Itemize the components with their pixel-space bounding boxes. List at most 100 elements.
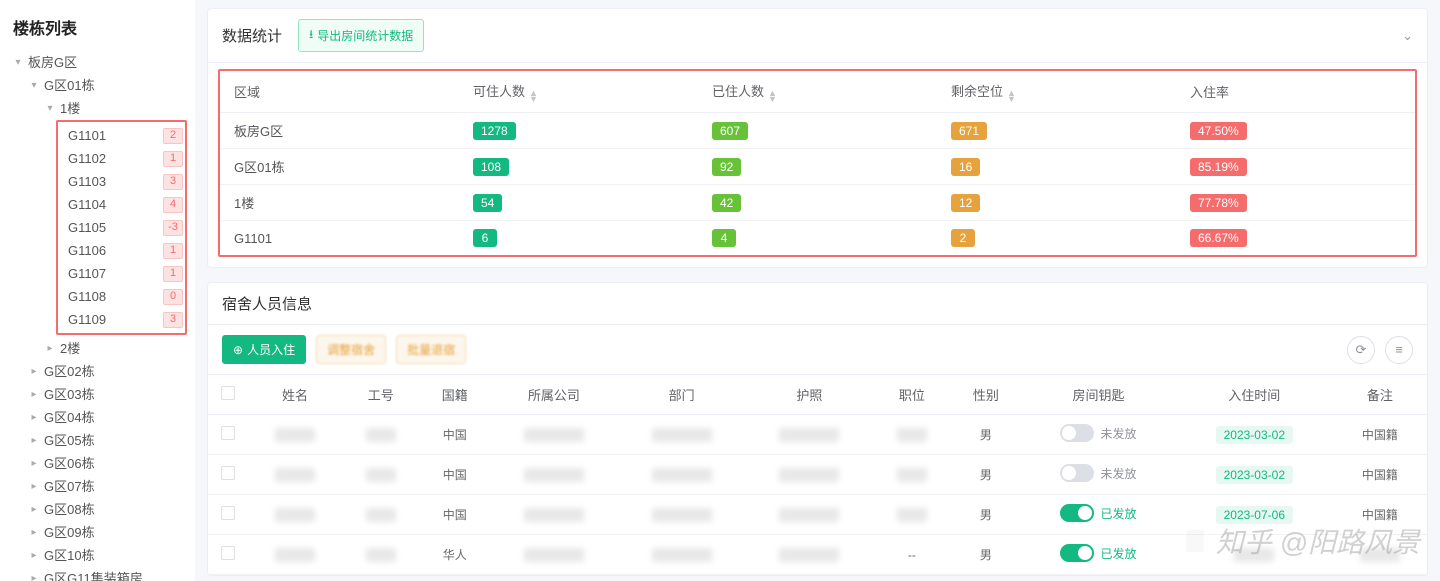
tree-room[interactable]: G11080: [60, 285, 183, 308]
col-emp[interactable]: 工号: [342, 375, 419, 415]
col-capacity[interactable]: 可住人数▲▼: [459, 71, 698, 113]
col-note[interactable]: 备注: [1333, 375, 1427, 415]
caret-right-icon: ▸: [28, 501, 40, 518]
tree-room[interactable]: G11021: [60, 147, 183, 170]
cell-note: x: [1333, 535, 1427, 575]
tree-room[interactable]: G11093: [60, 308, 183, 331]
room-label: G1101: [68, 127, 163, 144]
key-switch[interactable]: [1060, 424, 1094, 442]
row-checkbox[interactable]: [221, 466, 235, 480]
room-label: G1106: [68, 242, 163, 259]
cell-area: G1101: [220, 221, 459, 256]
tree-building[interactable]: ▸G区10栋: [8, 544, 187, 567]
caret-right-icon: ▸: [28, 455, 40, 472]
tree-room[interactable]: G11061: [60, 239, 183, 262]
row-checkbox[interactable]: [221, 546, 235, 560]
people-panel: 宿舍人员信息 ⊕人员入住 调整宿舍 批量退宿 ⟳ ≡ 姓名 工号 国籍 所属公司…: [207, 282, 1428, 576]
col-occupied[interactable]: 已住人数▲▼: [698, 71, 937, 113]
redacted: pass: [779, 468, 839, 482]
tree-root[interactable]: ▾板房G区: [8, 51, 187, 74]
batch-checkout-button[interactable]: 批量退宿: [396, 335, 466, 364]
tree-building[interactable]: ▸G区03栋: [8, 383, 187, 406]
stats-row[interactable]: 板房G区127860767147.50%: [220, 113, 1415, 149]
sort-icon: ▲▼: [1007, 90, 1016, 102]
stats-row[interactable]: G110164266.67%: [220, 221, 1415, 256]
row-checkbox[interactable]: [221, 426, 235, 440]
people-panel-head: 宿舍人员信息: [208, 283, 1427, 325]
collapse-icon[interactable]: ⌄: [1402, 28, 1413, 44]
people-table: 姓名 工号 国籍 所属公司 部门 护照 职位 性别 房间钥匙 入住时间 备注 n…: [208, 375, 1427, 575]
col-dept[interactable]: 部门: [618, 375, 746, 415]
row-checkbox[interactable]: [221, 506, 235, 520]
col-passport[interactable]: 护照: [746, 375, 874, 415]
redacted: name: [275, 428, 315, 442]
room-label: G1102: [68, 150, 163, 167]
tree-building[interactable]: ▸G区06栋: [8, 452, 187, 475]
col-nation[interactable]: 国籍: [419, 375, 490, 415]
tree-room[interactable]: G11012: [60, 124, 183, 147]
rooms-highlight-box: G11012G11021G11033G11044G1105-3G11061G11…: [56, 120, 187, 335]
tree-building[interactable]: ▸G区08栋: [8, 498, 187, 521]
rate-pill: 66.67%: [1190, 229, 1247, 247]
redacted: p: [897, 468, 927, 482]
tree-room[interactable]: G11071: [60, 262, 183, 285]
tree-room[interactable]: G11044: [60, 193, 183, 216]
cell-note: 中国籍: [1333, 495, 1427, 535]
col-rate[interactable]: 入住率: [1176, 71, 1415, 113]
key-status-label: 已发放: [1100, 545, 1136, 562]
room-label: G1105: [68, 219, 163, 236]
redacted: name: [275, 508, 315, 522]
sort-icon: ▲▼: [529, 90, 538, 102]
col-area[interactable]: 区域: [220, 71, 459, 113]
col-checkbox[interactable]: [208, 375, 248, 415]
redacted: comp: [524, 428, 584, 442]
checkin-button[interactable]: ⊕人员入住: [222, 335, 306, 364]
stats-table: 区域 可住人数▲▼ 已住人数▲▼ 剩余空位▲▼ 入住率 板房G区12786076…: [220, 71, 1415, 255]
tree-room[interactable]: G1105-3: [60, 216, 183, 239]
stats-row[interactable]: G区01栋108921685.19%: [220, 149, 1415, 185]
people-row[interactable]: nameid中国compdeptpassp男未发放2023-03-02中国籍: [208, 415, 1427, 455]
col-time[interactable]: 入住时间: [1176, 375, 1333, 415]
room-label: G1109: [68, 311, 163, 328]
key-switch[interactable]: [1060, 504, 1094, 522]
checkbox-all[interactable]: [221, 386, 235, 400]
key-switch[interactable]: [1060, 464, 1094, 482]
tree-floor-2[interactable]: ▸2楼: [8, 337, 187, 360]
key-status-label: 未发放: [1100, 465, 1136, 482]
tree-room[interactable]: G11033: [60, 170, 183, 193]
tree-building[interactable]: ▸G区G11集装箱房: [8, 567, 187, 581]
redacted: x: [1360, 548, 1400, 562]
occupied-pill: 92: [712, 158, 741, 176]
cell-note: 中国籍: [1333, 455, 1427, 495]
tree-floor-1[interactable]: ▾1楼: [8, 97, 187, 120]
stats-row[interactable]: 1楼54421277.78%: [220, 185, 1415, 221]
cell-area: 1楼: [220, 185, 459, 221]
redacted: dept: [652, 548, 712, 562]
people-row[interactable]: nameid华人compdeptpass--男已发放xxxxx: [208, 535, 1427, 575]
tree-building[interactable]: ▸G区04栋: [8, 406, 187, 429]
main-content: 数据统计 ⭳ 导出房间统计数据 ⌄ 区域 可住人数▲▼ 已住人数▲▼ 剩余空位▲…: [195, 0, 1440, 581]
people-row[interactable]: nameid中国compdeptpassp男未发放2023-03-02中国籍: [208, 455, 1427, 495]
col-remain[interactable]: 剩余空位▲▼: [937, 71, 1176, 113]
col-key[interactable]: 房间钥匙: [1021, 375, 1176, 415]
export-stats-button[interactable]: ⭳ 导出房间统计数据: [298, 19, 424, 52]
col-name[interactable]: 姓名: [248, 375, 342, 415]
col-pos[interactable]: 职位: [873, 375, 950, 415]
redacted: id: [366, 428, 396, 442]
cell-pos: --: [873, 535, 950, 575]
col-company[interactable]: 所属公司: [490, 375, 618, 415]
key-status-label: 已发放: [1100, 505, 1136, 522]
cell-area: 板房G区: [220, 113, 459, 149]
redacted: name: [275, 548, 315, 562]
tree-building[interactable]: ▸G区07栋: [8, 475, 187, 498]
tree-building[interactable]: ▸G区09栋: [8, 521, 187, 544]
tree-building[interactable]: ▸G区02栋: [8, 360, 187, 383]
key-switch[interactable]: [1060, 544, 1094, 562]
tree-building-01[interactable]: ▾G区01栋: [8, 74, 187, 97]
people-row[interactable]: nameid中国compdeptpassp男已发放2023-07-06中国籍: [208, 495, 1427, 535]
settings-button[interactable]: ≡: [1385, 336, 1413, 364]
adjust-dorm-button[interactable]: 调整宿舍: [316, 335, 386, 364]
tree-building[interactable]: ▸G区05栋: [8, 429, 187, 452]
refresh-button[interactable]: ⟳: [1347, 336, 1375, 364]
col-gender[interactable]: 性别: [951, 375, 1022, 415]
